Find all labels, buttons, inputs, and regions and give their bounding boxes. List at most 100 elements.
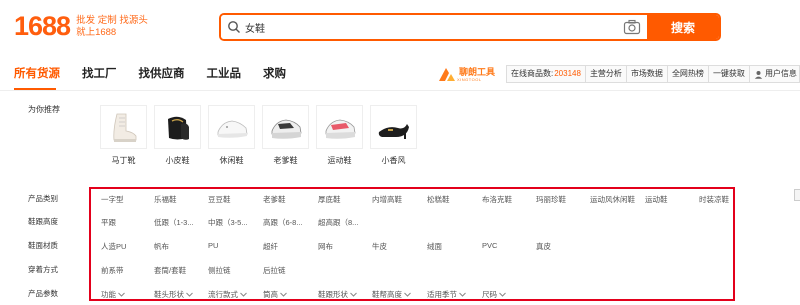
- recommend-thumb: [316, 105, 363, 149]
- user-icon: [754, 70, 763, 79]
- chevron-down-icon: [186, 292, 193, 297]
- recommend-item[interactable]: 休闲鞋: [208, 105, 255, 166]
- param-dropdown[interactable]: 适用季节: [427, 289, 466, 300]
- camera-icon[interactable]: [623, 19, 641, 35]
- search-button[interactable]: 搜索: [647, 15, 719, 39]
- recommend-label: 为你推荐: [28, 105, 60, 114]
- filter-option[interactable]: 布洛克鞋: [482, 194, 512, 205]
- filter-option[interactable]: 套筒/套鞋: [154, 265, 186, 276]
- filter-option[interactable]: 一字型: [101, 194, 124, 205]
- online-count: 在线商品数: 203148: [507, 66, 586, 82]
- toolbar-one-click[interactable]: 一键获取: [709, 66, 750, 82]
- filter-option[interactable]: 帆布: [154, 241, 169, 252]
- nav-find-supplier[interactable]: 找供应商: [139, 66, 185, 82]
- param-dropdown[interactable]: 尺码: [482, 289, 506, 300]
- filter-option[interactable]: 平跟: [101, 217, 116, 228]
- toolbar-hot-list[interactable]: 全网热榜: [668, 66, 709, 82]
- param-label: 筒高: [263, 290, 278, 299]
- plugin-brand[interactable]: 聊朗工具 XINGTOOL: [437, 66, 495, 82]
- filter-option[interactable]: 玛丽珍鞋: [536, 194, 566, 205]
- search-input[interactable]: [245, 21, 605, 33]
- param-label: 流行款式: [208, 290, 238, 299]
- chevron-down-icon: [118, 292, 125, 297]
- filter-option[interactable]: 豆豆鞋: [208, 194, 231, 205]
- online-count-label: 在线商品数:: [511, 69, 554, 78]
- filter-option[interactable]: PU: [208, 241, 218, 250]
- param-label: 鞋跟形状: [318, 290, 348, 299]
- brand-logo-icon: [439, 68, 455, 81]
- recommend-item[interactable]: 运动鞋: [316, 105, 363, 166]
- search-field[interactable]: [221, 15, 647, 39]
- recommend-thumb: [208, 105, 255, 149]
- toolbar-user-info[interactable]: 用户信息: [750, 66, 800, 82]
- filter-option[interactable]: 网布: [318, 241, 333, 252]
- recommend-thumb: [262, 105, 309, 149]
- search-icon: [228, 21, 240, 33]
- nav-all-sources[interactable]: 所有货源: [14, 66, 60, 82]
- param-dropdown[interactable]: 鞋跟形状: [318, 289, 357, 300]
- filter-option[interactable]: 人造PU: [101, 241, 126, 252]
- param-dropdown[interactable]: 鞋头形状: [154, 289, 193, 300]
- recommend-item[interactable]: 马丁靴: [100, 105, 147, 166]
- main-nav: 所有货源 找工厂 找供应商 工业品 求购: [14, 66, 308, 82]
- chevron-down-icon: [240, 292, 247, 297]
- param-label: 适用季节: [427, 290, 457, 299]
- filter-option[interactable]: 运动鞋: [645, 194, 668, 205]
- filter-option[interactable]: 厚底鞋: [318, 194, 341, 205]
- recommend-item[interactable]: 老爹鞋: [262, 105, 309, 166]
- recommend-caption: 休闲鞋: [219, 156, 244, 165]
- param-dropdown[interactable]: 鞋帮高度: [372, 289, 411, 300]
- filter-option[interactable]: 超纤: [263, 241, 278, 252]
- filter-option[interactable]: 真皮: [536, 241, 551, 252]
- filter-option[interactable]: 绒面: [427, 241, 442, 252]
- filter-option[interactable]: 乐福鞋: [154, 194, 177, 205]
- logo-mark: 1688: [14, 11, 71, 41]
- brand-subtitle: XINGTOOL: [457, 76, 482, 82]
- filter-option[interactable]: 老爹鞋: [263, 194, 286, 205]
- filter-option[interactable]: 前系带: [101, 265, 124, 276]
- filter-option[interactable]: 运动风休闲鞋: [590, 194, 635, 205]
- sneaker-white-image: [217, 120, 247, 138]
- nav-find-factory[interactable]: 找工厂: [82, 66, 117, 82]
- filter-option[interactable]: PVC: [482, 241, 497, 250]
- recommend-thumb: [100, 105, 147, 149]
- recommend-caption: 小皮鞋: [165, 156, 190, 165]
- param-label: 功能: [101, 290, 116, 299]
- toolbar-market-data[interactable]: 市场数据: [627, 66, 668, 82]
- online-count-value: 203148: [554, 69, 581, 78]
- loafer-image: [167, 116, 189, 140]
- side-tab[interactable]: [794, 189, 800, 201]
- filter-option[interactable]: 高跟（6-8...: [263, 217, 303, 228]
- filter-label-material: 鞋面材质: [28, 241, 58, 250]
- site-logo[interactable]: 1688 批发 定制 找源头 就上1688: [14, 12, 148, 40]
- nav-industrial[interactable]: 工业品: [207, 66, 242, 82]
- logo-slogan: 批发 定制 找源头 就上1688: [76, 15, 148, 39]
- filter-option[interactable]: 内增高鞋: [372, 194, 402, 205]
- filter-option[interactable]: 后拉链: [263, 265, 286, 276]
- filter-option[interactable]: 低跟（1-3...: [154, 217, 194, 228]
- param-dropdown[interactable]: 功能: [101, 289, 125, 300]
- pump-shoe-image: [378, 124, 409, 139]
- filter-option[interactable]: 超高跟（8...: [318, 217, 358, 228]
- plugin-toolbar: 在线商品数: 203148 主营分析 市场数据 全网热榜 一键获取 用户信息: [506, 65, 800, 83]
- filter-option[interactable]: 时装凉鞋: [699, 194, 729, 205]
- recommend-item[interactable]: 小皮鞋: [154, 105, 201, 166]
- chevron-down-icon: [280, 292, 287, 297]
- running-shoe-image: [325, 119, 355, 139]
- recommend-item[interactable]: 小香风: [370, 105, 417, 166]
- toolbar-main-analysis[interactable]: 主营分析: [586, 66, 627, 82]
- filter-label-wear-style: 穿着方式: [28, 265, 58, 274]
- recommend-list: 马丁靴 小皮鞋 休闲鞋 老爹鞋 运动鞋 小香风: [100, 105, 424, 166]
- chevron-down-icon: [404, 292, 411, 297]
- filter-option[interactable]: 牛皮: [372, 241, 387, 252]
- filter-option[interactable]: 松糕鞋: [427, 194, 450, 205]
- param-dropdown[interactable]: 流行款式: [208, 289, 247, 300]
- param-label: 尺码: [482, 290, 497, 299]
- slogan-line-1: 批发 定制 找源头: [76, 15, 148, 26]
- boot-image: [112, 113, 136, 142]
- filter-option[interactable]: 中跟（3-5...: [208, 217, 248, 228]
- nav-request[interactable]: 求购: [263, 66, 286, 82]
- recommend-thumb: [370, 105, 417, 149]
- filter-option[interactable]: 侧拉链: [208, 265, 231, 276]
- param-dropdown[interactable]: 筒高: [263, 289, 287, 300]
